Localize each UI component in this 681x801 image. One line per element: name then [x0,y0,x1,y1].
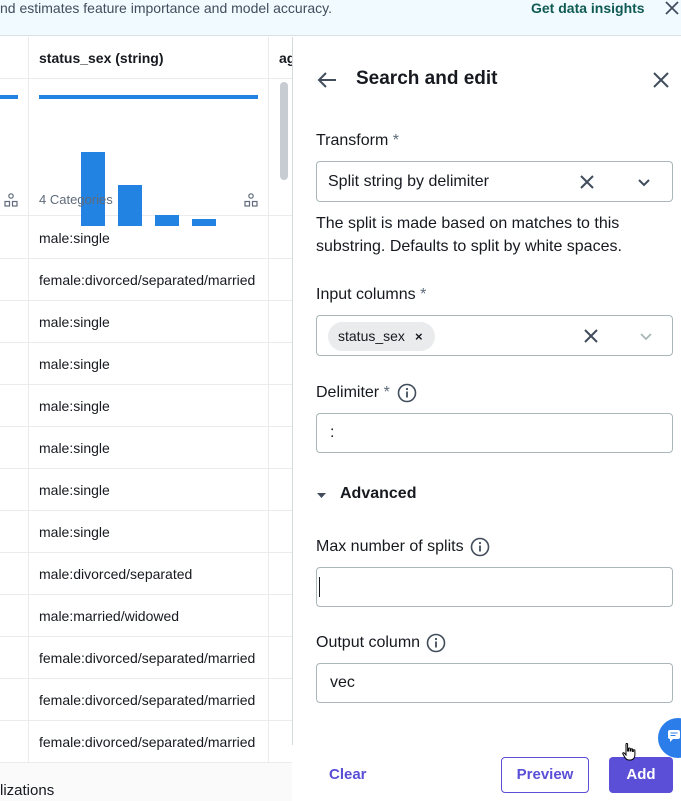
table-cell: male:divorced/separated [39,566,193,582]
clear-icon[interactable] [579,174,595,190]
column-header-status-sex[interactable]: status_sex (string) [39,37,267,79]
column-divider [28,37,29,801]
table-cell: male:single [39,524,110,540]
table-row[interactable]: male:single [0,511,292,553]
column-stats-icon[interactable] [244,193,258,207]
panel-title: Search and edit [356,68,498,89]
clear-button[interactable]: Clear [329,766,367,783]
max-splits-label: Max number of splits [316,538,464,555]
column-token: status_sex × [328,322,435,351]
chevron-down-icon[interactable] [637,175,651,189]
banner-text: nd estimates feature importance and mode… [0,0,333,16]
text-cursor [319,577,320,597]
info-banner: nd estimates feature importance and mode… [0,0,681,36]
table-row[interactable]: male:single [0,385,292,427]
transform-description: The split is made based on matches to th… [316,215,622,255]
info-icon[interactable] [397,383,417,403]
histogram-summary-bar [39,95,258,99]
clear-icon[interactable] [583,328,599,344]
table-row[interactable]: male:single [0,301,292,343]
table-cell: female:divorced/separated/married [39,734,256,750]
table-cell: male:single [39,230,110,246]
column-stats-icon[interactable] [4,193,18,207]
close-icon[interactable] [664,0,680,16]
info-icon[interactable] [470,537,490,557]
chevron-down-icon[interactable] [639,329,653,343]
bottom-tab-label[interactable]: lizations [0,782,54,799]
transform-select[interactable]: Split string by delimiter [316,161,673,202]
input-columns-label: Input columns * [316,286,427,303]
table-row[interactable]: male:single [0,469,292,511]
output-column-label: Output column [316,634,421,651]
table-cell: male:single [39,440,110,456]
column-header-age[interactable]: ag [279,37,292,79]
table-row[interactable]: female:divorced/separated/married [0,637,292,679]
table-row[interactable]: male:single [0,427,292,469]
table-row[interactable]: female:divorced/separated/married [0,259,292,301]
delimiter-input[interactable]: : [316,413,673,453]
info-icon[interactable] [426,633,446,653]
vertical-scrollbar[interactable] [280,82,288,180]
output-column-input[interactable]: vec [316,663,673,703]
table-cell: male:single [39,482,110,498]
table-header-row: status_sex (string) ag [0,37,292,79]
table-cell: female:divorced/separated/married [39,650,256,666]
table-cell: female:divorced/separated/married [39,272,256,288]
histogram-caption: 4 Categories [39,192,113,207]
table-row[interactable]: male:married/widowed [0,595,292,637]
close-icon[interactable] [650,69,672,91]
caret-down-icon[interactable] [316,490,327,501]
table-cell: female:divorced/separated/married [39,692,256,708]
input-columns-multiselect[interactable]: status_sex × [316,315,673,356]
token-remove-icon[interactable]: × [415,329,423,344]
histogram-summary-bar [0,95,18,99]
preview-button[interactable]: Preview [501,757,589,793]
transform-label: Transform * [316,132,399,149]
table-row[interactable]: male:single [0,343,292,385]
add-button[interactable]: Add [609,757,673,793]
table-row[interactable]: female:divorced/separated/married [0,721,292,763]
hand-pointer-icon [622,743,636,761]
delimiter-input-value: : [330,424,335,441]
table-row[interactable]: female:divorced/separated/married [0,679,292,721]
column-divider [268,37,269,801]
table-row[interactable]: male:single [0,217,292,259]
data-table: status_sex (string) ag 4 Categories male… [0,37,292,801]
get-data-insights-link[interactable]: Get data insights [531,0,645,17]
table-cell: male:single [39,356,110,372]
table-cell: male:single [39,398,110,414]
histogram-bar[interactable] [81,152,105,226]
table-cell: male:single [39,314,110,330]
back-arrow-icon[interactable] [316,69,338,91]
delimiter-label: Delimiter * [316,384,390,401]
transform-select-value: Split string by delimiter [328,173,489,190]
chat-icon [668,730,680,742]
table-cell: male:married/widowed [39,608,180,624]
advanced-section-toggle[interactable]: Advanced [340,485,416,507]
max-splits-input[interactable] [316,567,673,607]
table-row[interactable]: male:divorced/separated [0,553,292,595]
column-token-label: status_sex [338,328,405,344]
output-column-input-value: vec [330,674,355,691]
